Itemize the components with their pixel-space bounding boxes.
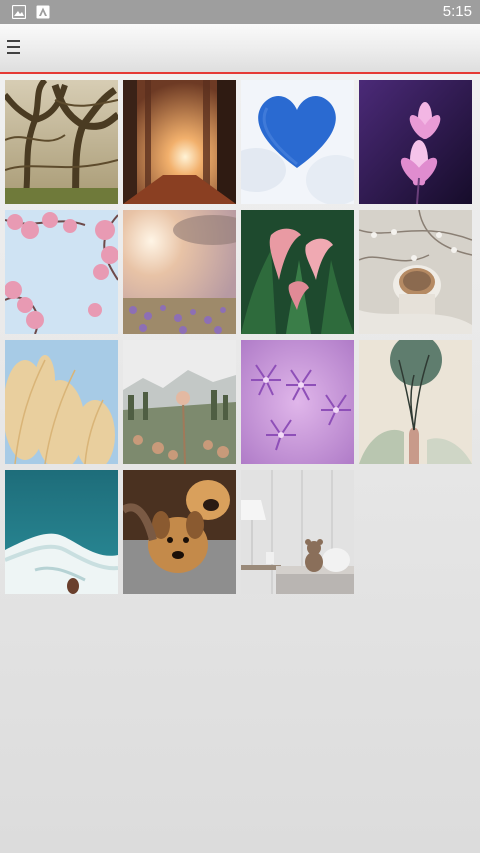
wallpaper-thumbnail-heart-sky[interactable] [241, 80, 354, 204]
app-bar [0, 24, 480, 74]
twisted-trees-image [5, 80, 118, 204]
puppies-image [123, 470, 236, 594]
wildflower-field-image [123, 340, 236, 464]
wallpaper-thumbnail-calla-lilies[interactable] [241, 210, 354, 334]
purple-allium-image [241, 340, 354, 464]
store-notification-icon [36, 5, 50, 19]
wallpaper-grid [5, 80, 475, 594]
wallpaper-thumbnail-coffee-blossom[interactable] [359, 210, 472, 334]
wallpaper-thumbnail-bedroom-teddy[interactable] [241, 470, 354, 594]
ocean-waves-image [5, 470, 118, 594]
wallpaper-thumbnail-purple-allium[interactable] [241, 340, 354, 464]
wallpaper-thumbnail-cherry-blossom[interactable] [5, 210, 118, 334]
calla-lilies-image [241, 210, 354, 334]
wallpaper-thumbnail-meadow-sunset[interactable] [123, 210, 236, 334]
status-bar: 5:15 [0, 0, 480, 24]
heart-sky-image [241, 80, 354, 204]
image-notification-icon [12, 5, 26, 19]
forest-sunlight-image [123, 80, 236, 204]
status-time: 5:15 [442, 3, 472, 20]
wallpaper-thumbnail-wildflower-field[interactable] [123, 340, 236, 464]
wallpaper-thumbnail-golden-grass[interactable] [5, 340, 118, 464]
coffee-blossom-image [359, 210, 472, 334]
wallpaper-thumbnail-forest-sunlight[interactable] [123, 80, 236, 204]
boho-vase-image [359, 340, 472, 464]
golden-grass-image [5, 340, 118, 464]
pink-lotus-image [359, 80, 472, 204]
wallpaper-thumbnail-puppies[interactable] [123, 470, 236, 594]
wallpaper-thumbnail-ocean-waves[interactable] [5, 470, 118, 594]
wallpaper-thumbnail-pink-lotus[interactable] [359, 80, 472, 204]
wallpaper-thumbnail-twisted-trees[interactable] [5, 80, 118, 204]
cherry-blossom-image [5, 210, 118, 334]
wallpaper-thumbnail-boho-vase[interactable] [359, 340, 472, 464]
bedroom-teddy-image [241, 470, 354, 594]
meadow-sunset-image [123, 210, 236, 334]
hamburger-menu-icon[interactable] [6, 38, 22, 58]
